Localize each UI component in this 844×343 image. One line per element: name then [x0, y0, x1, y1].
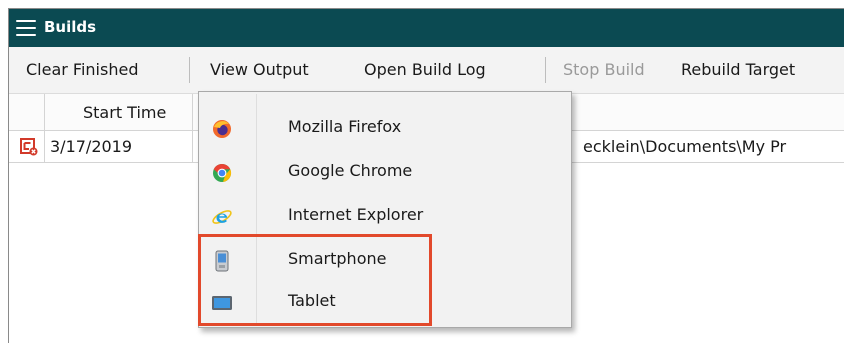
view-output-menu: Mozilla Firefox Google Chrome Internet E…: [198, 91, 572, 328]
menu-item-mozilla-firefox[interactable]: Mozilla Firefox: [201, 107, 569, 151]
menu-item-label: Google Chrome: [288, 161, 413, 180]
menu-item-label: Mozilla Firefox: [288, 117, 402, 136]
title-bar: Builds: [9, 9, 844, 47]
toolbar-separator: [189, 57, 190, 83]
window-title: Builds: [44, 18, 97, 36]
stop-build-button[interactable]: Stop Build: [563, 60, 645, 79]
column-header-start-time[interactable]: Start Time: [83, 103, 166, 122]
chrome-icon: [213, 163, 232, 182]
start-time-cell: 3/17/2019: [50, 137, 133, 156]
menu-item-tablet[interactable]: Tablet: [201, 281, 569, 325]
rebuild-target-button[interactable]: Rebuild Target: [681, 60, 795, 79]
menu-item-label: Smartphone: [288, 249, 387, 268]
firefox-icon: [213, 120, 231, 138]
toolbar: Clear Finished View Output Open Build Lo…: [9, 47, 844, 94]
build-error-icon: [20, 138, 38, 156]
toolbar-separator: [545, 57, 546, 83]
internet-explorer-icon: [212, 210, 232, 224]
open-build-log-button[interactable]: Open Build Log: [364, 60, 486, 79]
clear-finished-button[interactable]: Clear Finished: [26, 60, 138, 79]
tablet-icon: [212, 296, 232, 310]
path-cell: ecklein\Documents\My Pr: [583, 137, 787, 156]
smartphone-icon: [215, 250, 229, 272]
menu-item-label: Internet Explorer: [288, 205, 424, 224]
menu-item-smartphone[interactable]: Smartphone: [201, 239, 569, 283]
menu-item-internet-explorer[interactable]: Internet Explorer: [201, 195, 569, 239]
menu-item-google-chrome[interactable]: Google Chrome: [201, 151, 569, 195]
view-output-button[interactable]: View Output: [210, 60, 309, 79]
menu-item-label: Tablet: [288, 291, 336, 310]
hamburger-menu-icon[interactable]: [16, 20, 36, 36]
